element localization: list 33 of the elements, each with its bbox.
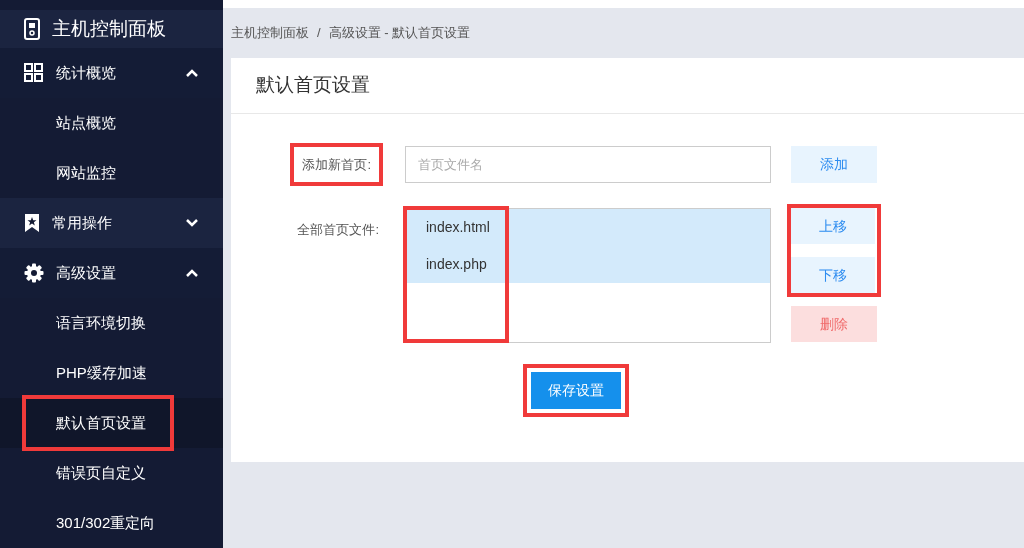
sidebar-item[interactable]: 错误页自定义	[0, 448, 223, 498]
settings-icon	[24, 263, 44, 283]
file-list-item[interactable]: index.html	[406, 209, 770, 246]
panel-title: 主机控制面板	[52, 16, 166, 41]
item-label: 网站监控	[55, 162, 117, 183]
sidebar-group[interactable]: 常用操作	[0, 198, 223, 248]
item-label: 301/302重定向	[55, 512, 157, 533]
group-label: 高级设置	[56, 262, 117, 283]
field-label: 全部首页文件:	[297, 221, 379, 239]
chevron-icon	[185, 218, 199, 228]
item-label: 错误页自定义	[55, 462, 147, 483]
breadcrumb-item[interactable]: 主机控制面板	[231, 23, 309, 43]
sidebar-item[interactable]: 站点概览	[0, 98, 223, 148]
sidebar-item[interactable]: 语言环境切换	[0, 298, 223, 348]
group-label: 统计概览	[56, 62, 117, 83]
filename-input[interactable]: 首页文件名	[405, 146, 771, 183]
chevron-icon	[185, 68, 199, 78]
grid-icon	[24, 63, 44, 83]
chevron-icon	[185, 268, 199, 278]
sidebar-item[interactable]: 默认首页设置	[0, 398, 223, 448]
group-label: 常用操作	[52, 212, 113, 233]
sidebar-item[interactable]: PHP缓存加速	[0, 348, 223, 398]
file-list-item[interactable]: index.php	[406, 246, 770, 283]
device-icon	[24, 18, 40, 40]
sidebar-item[interactable]: 网站监控	[0, 148, 223, 198]
breadcrumb-separator: /	[317, 24, 321, 43]
item-label: PHP缓存加速	[55, 362, 148, 383]
breadcrumb-item: 高级设置 - 默认首页设置	[328, 24, 471, 43]
item-label: 语言环境切换	[55, 312, 147, 333]
bookmark-star-icon	[24, 213, 40, 233]
sidebar-item[interactable]: 301/302重定向	[0, 498, 223, 548]
item-label: 站点概览	[55, 112, 117, 133]
card-title: 默认首页设置	[256, 73, 370, 98]
